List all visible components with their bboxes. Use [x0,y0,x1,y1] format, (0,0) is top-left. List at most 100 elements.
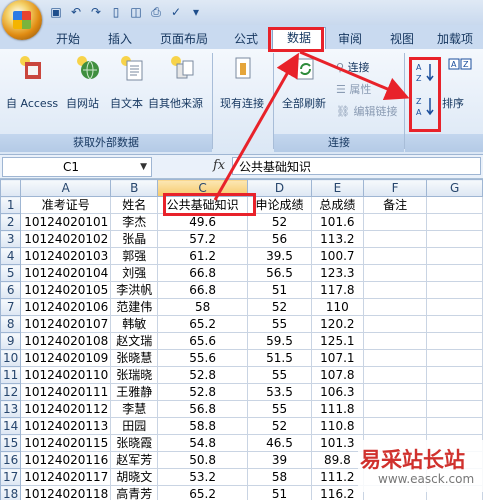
score-cell[interactable]: 110.8 [310,417,364,435]
id-cell[interactable]: 10124020116 [20,451,112,469]
column-header[interactable]: B [110,179,159,197]
name-cell[interactable]: 张晓慧 [110,349,159,367]
score-cell[interactable]: 51 [247,281,312,299]
row-header[interactable]: 17 [0,468,22,486]
empty-cell[interactable] [426,349,483,367]
score-cell[interactable]: 110 [310,298,364,316]
score-cell[interactable]: 101.6 [310,213,364,231]
formula-input[interactable]: 公共基础知识 [232,157,481,175]
from-web-button[interactable]: 自网站 [66,55,110,110]
row-header[interactable]: 4 [0,247,22,265]
empty-cell[interactable] [426,298,483,316]
sort-descending-button[interactable]: Z A [414,95,436,120]
customize-qat-icon[interactable]: ▾ [188,4,204,20]
empty-cell[interactable] [426,332,483,350]
score-cell[interactable]: 54.8 [157,434,249,452]
empty-cell[interactable] [426,417,483,435]
id-cell[interactable]: 10124020103 [20,247,112,265]
id-cell[interactable]: 10124020109 [20,349,112,367]
score-cell[interactable]: 125.1 [310,332,364,350]
empty-cell[interactable] [426,247,483,265]
remark-cell[interactable] [362,332,428,350]
score-cell[interactable]: 89.8 [310,451,364,469]
properties-button[interactable]: ☰ 属性 [336,81,371,97]
spellcheck-icon[interactable]: ✓ [168,4,184,20]
row-header[interactable]: 5 [0,264,22,282]
row-header[interactable]: 13 [0,400,22,418]
id-cell[interactable]: 10124020110 [20,366,112,384]
preview-icon[interactable]: ◫ [128,4,144,20]
header-cell[interactable]: 总成绩 [310,196,364,214]
tab-page-layout[interactable]: 页面布局 [154,29,214,49]
empty-cell[interactable] [426,264,483,282]
name-box[interactable]: C1 ▼ [2,157,152,177]
score-cell[interactable]: 56.8 [157,400,249,418]
score-cell[interactable]: 53.2 [157,468,249,486]
score-cell[interactable]: 53.5 [247,383,312,401]
id-cell[interactable]: 10124020101 [20,213,112,231]
office-button[interactable] [2,0,42,40]
row-header[interactable]: 14 [0,417,22,435]
score-cell[interactable]: 52.8 [157,383,249,401]
remark-cell[interactable] [362,247,428,265]
row-header[interactable]: 3 [0,230,22,248]
score-cell[interactable]: 56 [247,230,312,248]
score-cell[interactable]: 113.2 [310,230,364,248]
header-cell[interactable]: 准考证号 [20,196,112,214]
row-header[interactable]: 6 [0,281,22,299]
column-header[interactable]: C [157,179,249,197]
empty-cell[interactable] [426,281,483,299]
empty-cell[interactable] [426,315,483,333]
score-cell[interactable]: 56.5 [247,264,312,282]
score-cell[interactable]: 51.5 [247,349,312,367]
name-cell[interactable]: 张晓霞 [110,434,159,452]
name-cell[interactable]: 胡晓文 [110,468,159,486]
edit-links-button[interactable]: ⛓ 编辑链接 [336,103,397,119]
name-cell[interactable]: 李杰 [110,213,159,231]
id-cell[interactable]: 10124020108 [20,332,112,350]
id-cell[interactable]: 10124020117 [20,468,112,486]
row-header[interactable]: 18 [0,485,22,500]
tab-add-ins[interactable]: 加载项 [430,29,480,49]
id-cell[interactable]: 10124020107 [20,315,112,333]
print-icon[interactable]: ⎙ [148,4,164,20]
column-header[interactable]: A [20,179,112,197]
score-cell[interactable]: 52 [247,213,312,231]
score-cell[interactable]: 51 [247,485,312,500]
id-cell[interactable]: 10124020113 [20,417,112,435]
tab-formulas[interactable]: 公式 [226,29,266,49]
id-cell[interactable]: 10124020106 [20,298,112,316]
row-header[interactable]: 11 [0,366,22,384]
empty-cell[interactable] [426,213,483,231]
empty-cell[interactable] [426,400,483,418]
score-cell[interactable]: 57.2 [157,230,249,248]
score-cell[interactable]: 52.8 [157,366,249,384]
score-cell[interactable]: 107.1 [310,349,364,367]
score-cell[interactable]: 66.8 [157,281,249,299]
score-cell[interactable]: 50.8 [157,451,249,469]
remark-cell[interactable] [362,213,428,231]
score-cell[interactable]: 111.8 [310,400,364,418]
remark-cell[interactable] [362,383,428,401]
score-cell[interactable]: 61.2 [157,247,249,265]
remark-cell[interactable] [362,349,428,367]
score-cell[interactable]: 46.5 [247,434,312,452]
fx-icon[interactable]: fx [213,158,225,173]
score-cell[interactable]: 106.3 [310,383,364,401]
remark-cell[interactable] [362,417,428,435]
column-header[interactable]: E [310,179,364,197]
score-cell[interactable]: 66.8 [157,264,249,282]
header-cell[interactable]: 申论成绩 [247,196,312,214]
tab-view[interactable]: 视图 [382,29,422,49]
empty-cell[interactable] [426,366,483,384]
id-cell[interactable]: 10124020102 [20,230,112,248]
header-cell[interactable]: 公共基础知识 [157,196,249,214]
score-cell[interactable]: 107.8 [310,366,364,384]
from-other-sources-button[interactable]: 自其他来源 [148,55,212,110]
empty-cell[interactable] [426,230,483,248]
from-text-button[interactable]: 自文本 [110,55,154,110]
name-cell[interactable]: 田园 [110,417,159,435]
row-header[interactable]: 9 [0,332,22,350]
new-file-icon[interactable]: ▯ [108,4,124,20]
score-cell[interactable]: 111.2 [310,468,364,486]
